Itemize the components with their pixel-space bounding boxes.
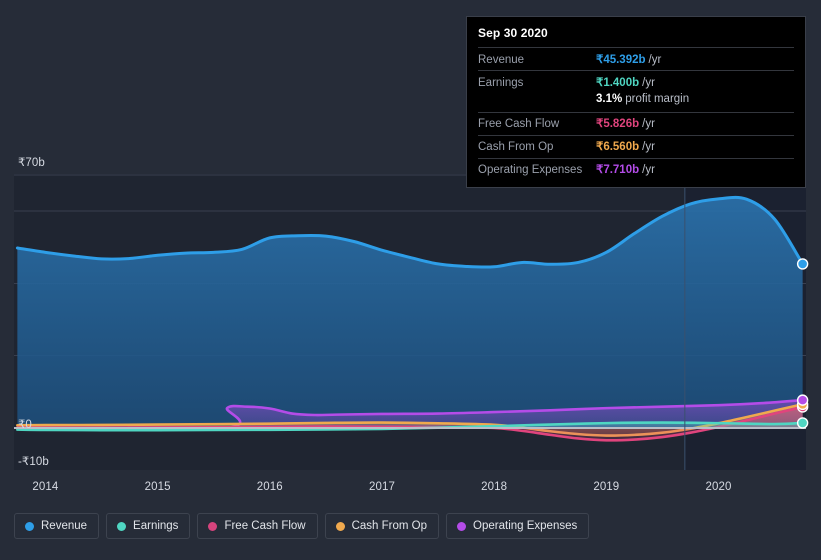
legend-color-dot-icon <box>25 521 34 531</box>
tooltip-value-free-cash-flow: ₹5.826b <box>596 118 640 130</box>
x-axis-label-2017: 2017 <box>368 481 395 493</box>
legend-label: Operating Expenses <box>473 520 578 532</box>
tooltip-label-operating-expenses: Operating Expenses <box>478 164 583 176</box>
x-axis-label-2015: 2015 <box>144 481 171 493</box>
x-axis-label-2018: 2018 <box>481 481 508 493</box>
legend-item-cash-from-op[interactable]: Cash From Op <box>324 513 440 539</box>
tooltip-value-earnings: ₹1.400b <box>596 76 640 89</box>
x-axis-label-2016: 2016 <box>256 481 283 493</box>
legend-color-dot-icon <box>117 521 127 531</box>
tooltip-row-revenue: Revenue ₹45.392b/yr <box>478 47 794 70</box>
endpoint-marker-operating-expenses[interactable] <box>796 394 809 406</box>
tooltip-unit-revenue: /yr <box>648 53 662 66</box>
tooltip-value-profit-margin: 3.1% <box>596 93 623 105</box>
chart-legend: Revenue Earnings Free Cash Flow Cash From O… <box>14 513 590 539</box>
tooltip-label-earnings: Earnings <box>478 76 524 89</box>
tooltip-row-free-cash-flow: Free Cash Flow ₹5.826b/yr <box>478 111 794 135</box>
financial-chart-page: ₹70b ₹0 -₹10b 2014 2015 2016 2017 2018 2019 20… <box>0 0 821 560</box>
tooltip-unit-free-cash-flow: /yr <box>642 118 655 130</box>
legend-color-dot-icon <box>208 521 218 531</box>
tooltip-value-operating-expenses: ₹7.710b <box>596 164 640 176</box>
y-axis-label-70b: ₹70b <box>18 157 45 169</box>
tooltip-row-operating-expenses: Operating Expenses ₹7.710b/yr <box>478 157 794 181</box>
endpoint-marker-earnings[interactable] <box>796 417 809 429</box>
tooltip-row-profit-margin: 3.1% profit margin <box>478 93 794 112</box>
x-axis-label-2019: 2019 <box>593 481 620 493</box>
y-axis-label-minus-10b: -₹10b <box>18 456 49 468</box>
tooltip-label-profit-margin: profit margin <box>625 93 690 105</box>
tooltip-row-cash-from-op: Cash From Op ₹6.560b/yr <box>478 134 794 158</box>
tooltip-date: Sep 30 2020 <box>478 26 548 40</box>
tooltip-row-earnings: Earnings ₹1.400b/yr <box>478 70 794 93</box>
tooltip-value-revenue: ₹45.392b <box>596 53 646 66</box>
x-axis-label-2020: 2020 <box>705 481 732 493</box>
tooltip-label-revenue: Revenue <box>478 53 525 66</box>
chart-tooltip: Sep 30 2020 Revenue ₹45.392b/yr Earnings… <box>466 16 806 188</box>
legend-label: Free Cash Flow <box>224 520 306 532</box>
legend-label: Cash From Op <box>351 520 428 532</box>
tooltip-value-cash-from-op: ₹6.560b <box>596 141 640 153</box>
legend-color-dot-icon <box>457 521 467 531</box>
tooltip-unit-cash-from-op: /yr <box>642 141 655 153</box>
legend-label: Revenue <box>41 520 88 532</box>
tooltip-unit-operating-expenses: /yr <box>642 164 655 176</box>
tooltip-label-free-cash-flow: Free Cash Flow <box>478 118 560 130</box>
x-axis-label-2014: 2014 <box>32 481 59 493</box>
y-axis-label-0: ₹0 <box>18 419 32 431</box>
legend-item-earnings[interactable]: Earnings <box>106 513 191 539</box>
endpoint-marker-revenue[interactable] <box>796 258 809 270</box>
legend-color-dot-icon <box>335 521 345 531</box>
tooltip-unit-earnings: /yr <box>642 76 655 89</box>
legend-item-operating-expenses[interactable]: Operating Expenses <box>446 513 590 539</box>
legend-item-revenue[interactable]: Revenue <box>14 513 100 539</box>
legend-label: Earnings <box>133 520 179 532</box>
legend-item-free-cash-flow[interactable]: Free Cash Flow <box>197 513 318 539</box>
tooltip-label-cash-from-op: Cash From Op <box>478 141 554 153</box>
